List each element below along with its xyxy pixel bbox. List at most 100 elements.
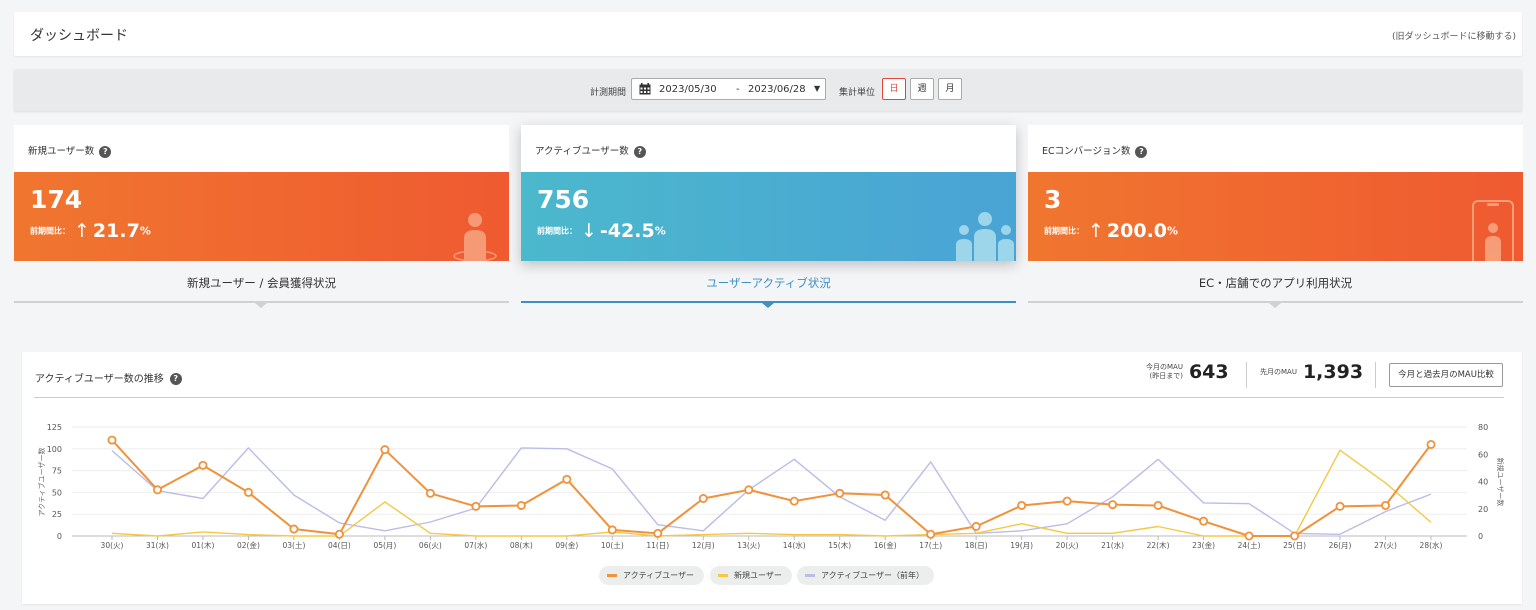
- x-tick-label: 24(土): [1238, 540, 1261, 550]
- card-title: 新規ユーザー数?: [28, 143, 112, 158]
- unit-week-button[interactable]: 週: [910, 78, 934, 100]
- card-comparison: 前期間比： ↑ 21.7%: [30, 220, 151, 242]
- y-right-tick-label: 80: [1478, 423, 1488, 432]
- card-value: 756: [537, 185, 590, 214]
- data-point: [971, 521, 981, 531]
- data-point: [107, 435, 117, 445]
- tab-label: EC・店舗でのアプリ利用状況: [1198, 276, 1353, 290]
- y-right-tick-label: 0: [1478, 532, 1483, 541]
- y-right-axis-title: 新規ユーザー数: [1496, 458, 1505, 507]
- card-body: 3 前期間比： ↑ 200.0%: [1028, 172, 1523, 261]
- x-tick-label: 03(土): [282, 540, 305, 550]
- x-tick-label: 30(火): [101, 541, 124, 550]
- legend-new-users[interactable]: 新規ユーザー: [710, 566, 792, 585]
- x-tick-label: 27(火): [1374, 541, 1397, 550]
- x-tick-label: 16(金): [874, 540, 897, 550]
- y-left-axis-title: アクティブユーザー数: [37, 447, 46, 516]
- card-comparison: 前期間比： ↑ 200.0%: [1044, 220, 1179, 242]
- dropdown-caret-icon: ▼: [814, 84, 821, 93]
- x-tick-label: 04(日): [328, 541, 351, 550]
- card-title: アクティブユーザー数?: [535, 143, 646, 158]
- unit-month-button[interactable]: 月: [938, 78, 962, 100]
- data-point: [334, 529, 344, 539]
- y-left-tick-label: 125: [47, 423, 62, 432]
- data-point: [1381, 500, 1391, 510]
- x-tick-label: 13(火): [737, 541, 760, 550]
- tab-user-activity[interactable]: ユーザーアクティブ状況: [521, 272, 1016, 308]
- legend-active-users[interactable]: アクティブユーザー: [599, 566, 704, 585]
- ec-conversion-card[interactable]: ECコンバージョン数? 3 前期間比： ↑ 200.0%: [1028, 125, 1523, 261]
- page-title: ダッシュボード: [30, 28, 128, 44]
- x-tick-label: 31(水): [146, 540, 169, 550]
- card-value: 174: [30, 185, 83, 214]
- x-tick-label: 18(日): [965, 541, 988, 550]
- unit-day-button[interactable]: 日: [882, 78, 906, 100]
- x-tick-label: 19(月): [1010, 541, 1033, 550]
- date-range-picker[interactable]: 2023/05/30 - 2023/06/28 ▼: [631, 78, 826, 100]
- series-line: [111, 439, 1432, 537]
- active-users-card[interactable]: アクティブユーザー数? 756 前期間比： ↓ -42.5%: [521, 125, 1016, 261]
- data-point: [1199, 516, 1209, 526]
- data-point: [698, 494, 708, 504]
- y-right-tick-label: 60: [1478, 450, 1488, 459]
- data-point: [471, 501, 481, 511]
- y-left-tick-label: 50: [52, 488, 62, 497]
- arrow-up-icon: ↑: [74, 220, 90, 242]
- filter-bar: 計測期間 2023/05/30 - 2023/06/28 ▼ 集計単位 日 週 …: [14, 69, 1522, 111]
- person-icon: [453, 213, 497, 261]
- y-right-tick-label: 20: [1478, 505, 1488, 514]
- x-tick-label: 08(木): [510, 540, 533, 550]
- x-tick-label: 11(日): [646, 541, 669, 550]
- tab-pointer-icon: [1269, 303, 1281, 308]
- tab-ec-store[interactable]: EC・店舗でのアプリ利用状況: [1028, 272, 1523, 308]
- x-tick-label: 12(月): [692, 541, 715, 550]
- data-point: [1108, 500, 1118, 510]
- data-point: [926, 529, 936, 539]
- x-tick-label: 05(月): [373, 541, 396, 550]
- x-tick-label: 17(土): [919, 540, 942, 550]
- help-icon[interactable]: ?: [1135, 145, 1148, 158]
- unit-label: 集計単位: [839, 88, 876, 98]
- x-tick-label: 28(水): [1420, 540, 1443, 550]
- x-tick-label: 02(金): [237, 540, 260, 550]
- active-users-trend-panel: アクティブユーザー数の推移? 今月のMAU (昨日まで) 643 先月のMAU 1,3…: [22, 352, 1522, 604]
- date-separator: -: [736, 84, 740, 95]
- tab-pointer-icon: [255, 303, 267, 308]
- data-point: [198, 460, 208, 470]
- x-tick-label: 09(金): [555, 540, 578, 550]
- data-point: [243, 487, 253, 497]
- old-dashboard-link[interactable]: (旧ダッシュボードに移動する): [1392, 29, 1516, 42]
- y-left-tick-label: 0: [57, 532, 62, 541]
- card-body: 756 前期間比： ↓ -42.5%: [521, 172, 1016, 261]
- card-title: ECコンバージョン数?: [1042, 143, 1148, 158]
- x-tick-label: 21(水): [1101, 540, 1124, 550]
- card-body: 174 前期間比： ↑ 21.7%: [14, 172, 509, 261]
- help-icon[interactable]: ?: [633, 145, 646, 158]
- data-point: [152, 485, 162, 495]
- legend-active-users-prev-year[interactable]: アクティブユーザー（前年）: [797, 566, 934, 585]
- data-point: [1062, 496, 1072, 506]
- x-tick-label: 07(水): [464, 540, 487, 550]
- dashboard-header: ダッシュボード (旧ダッシュボードに移動する): [14, 12, 1522, 56]
- x-tick-label: 15(木): [828, 540, 851, 550]
- data-point: [1290, 531, 1300, 541]
- tab-new-users[interactable]: 新規ユーザー / 会員獲得状況: [14, 272, 509, 308]
- arrow-down-icon: ↓: [581, 220, 597, 242]
- y-right-tick-label: 40: [1478, 478, 1488, 487]
- tab-pointer-icon: [762, 303, 774, 308]
- smartphone-icon: [1472, 200, 1514, 261]
- y-left-tick-label: 25: [52, 510, 62, 519]
- data-point: [1426, 439, 1436, 449]
- card-comparison: 前期間比： ↓ -42.5%: [537, 220, 666, 242]
- x-tick-label: 01(木): [192, 540, 215, 550]
- data-point: [425, 488, 435, 498]
- new-users-card[interactable]: 新規ユーザー数? 174 前期間比： ↑ 21.7%: [14, 125, 509, 261]
- data-point: [653, 528, 663, 538]
- arrow-up-icon: ↑: [1088, 220, 1104, 242]
- help-icon[interactable]: ?: [99, 145, 112, 158]
- x-tick-label: 06(火): [419, 541, 442, 550]
- x-tick-label: 22(木): [1147, 540, 1170, 550]
- data-point: [1153, 500, 1163, 510]
- data-point: [607, 525, 617, 535]
- y-left-tick-label: 75: [52, 467, 62, 476]
